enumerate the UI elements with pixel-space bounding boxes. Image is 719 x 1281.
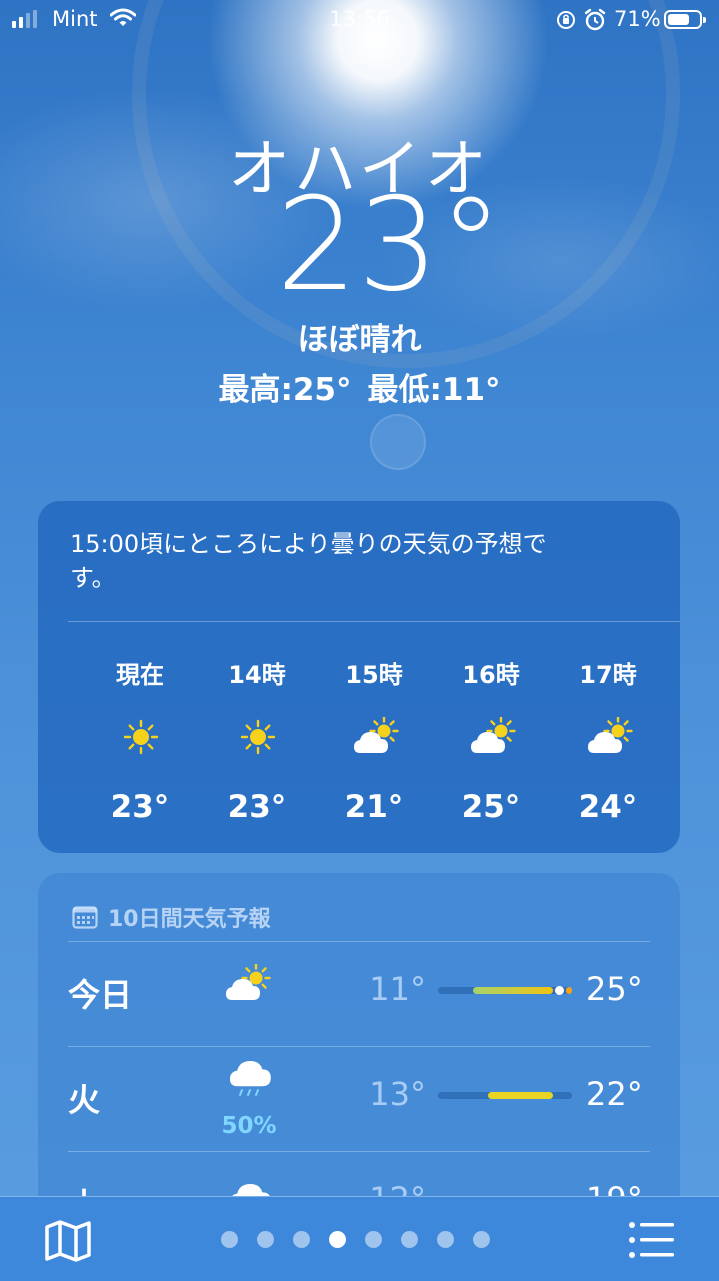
forecast-header: 10日間天気予報 [72,901,271,933]
hour-temp: 21° [344,789,404,825]
hour-label: 16時 [462,661,520,689]
hour-temp: 24° [578,789,638,825]
calendar-icon [72,906,98,929]
page-indicator[interactable] [0,1231,715,1248]
alarm-icon [584,8,606,31]
bottom-toolbar [0,1196,719,1281]
partly-cloudy-icon [354,716,399,753]
list-icon[interactable] [628,1221,676,1259]
partly-cloudy-icon [588,716,633,753]
forecast-title: 10日間天気予報 [108,907,271,932]
hour-temp: 2 [667,789,680,825]
orientation-lock-icon [557,11,575,29]
page-dot[interactable] [221,1231,238,1248]
hour-label: 14時 [228,661,286,689]
condition-text: ほぼ晴れ [297,322,422,358]
hour-temp: 23° [227,789,287,825]
page-dot[interactable] [401,1231,418,1248]
ten-day-forecast-card[interactable]: 10日間天気予報 今日11°25°火50%13°22°木12°19° [38,873,680,1233]
forecast-day: 火 [68,1081,101,1119]
status-bar: Mint 13:56 71% [0,0,719,40]
precip-chance: 50% [221,1113,277,1139]
battery-percentage: 71% [614,7,661,31]
low-temp: 最低:11° [367,372,501,408]
page-dot[interactable] [437,1231,454,1248]
temperature-range-bar [438,986,572,995]
hour-temp: 23° [110,789,170,825]
page-dot[interactable] [365,1231,382,1248]
forecast-day: 今日 [68,976,133,1014]
rain-icon [230,1061,271,1096]
page-dot[interactable] [257,1231,274,1248]
page-dot[interactable] [293,1231,310,1248]
forecast-high: 22° [586,1075,643,1113]
forecast-low: 13° [369,1075,426,1113]
hourly-scroll[interactable]: 現在 23° 14時 23° 15時 21° 16時 25° 17時 24° 18 2 [38,621,680,853]
page-dot[interactable] [473,1231,490,1248]
partly-cloudy-icon [471,716,516,753]
partly-cloudy-icon [226,963,271,1000]
forecast-low: 11° [369,970,426,1008]
forecast-high: 25° [586,970,643,1008]
hour-label: 18 [667,655,680,683]
page-dot[interactable] [329,1231,346,1248]
current-temp-dot [555,986,564,995]
hour-label: 現在 [116,661,164,689]
clock: 13:56 [329,7,390,31]
high-temp: 最高:25° [218,372,352,408]
forecast-row[interactable]: 火 50% 13° 22° [38,1047,680,1151]
hour-label: 17時 [579,661,637,689]
temperature-range-bar [438,1092,572,1099]
high-low: 最高:25° 最低:11° [0,364,719,409]
hour-temp: 25° [461,789,521,825]
current-temperature: 23° [276,171,503,320]
hour-label: 15時 [345,661,403,689]
hourly-summary: 15:00頃にところにより曇りの天気の予想です。 [70,530,547,592]
hourly-forecast-card[interactable]: 15:00頃にところにより曇りの天気の予想です。 現在 23° 14時 23° 15時 2… [38,501,680,853]
lens-flare [370,414,426,470]
battery-icon [664,10,706,29]
forecast-row[interactable]: 今日 11° 25° [38,942,680,1046]
sun-icon [123,719,159,755]
sun-icon [240,719,276,755]
